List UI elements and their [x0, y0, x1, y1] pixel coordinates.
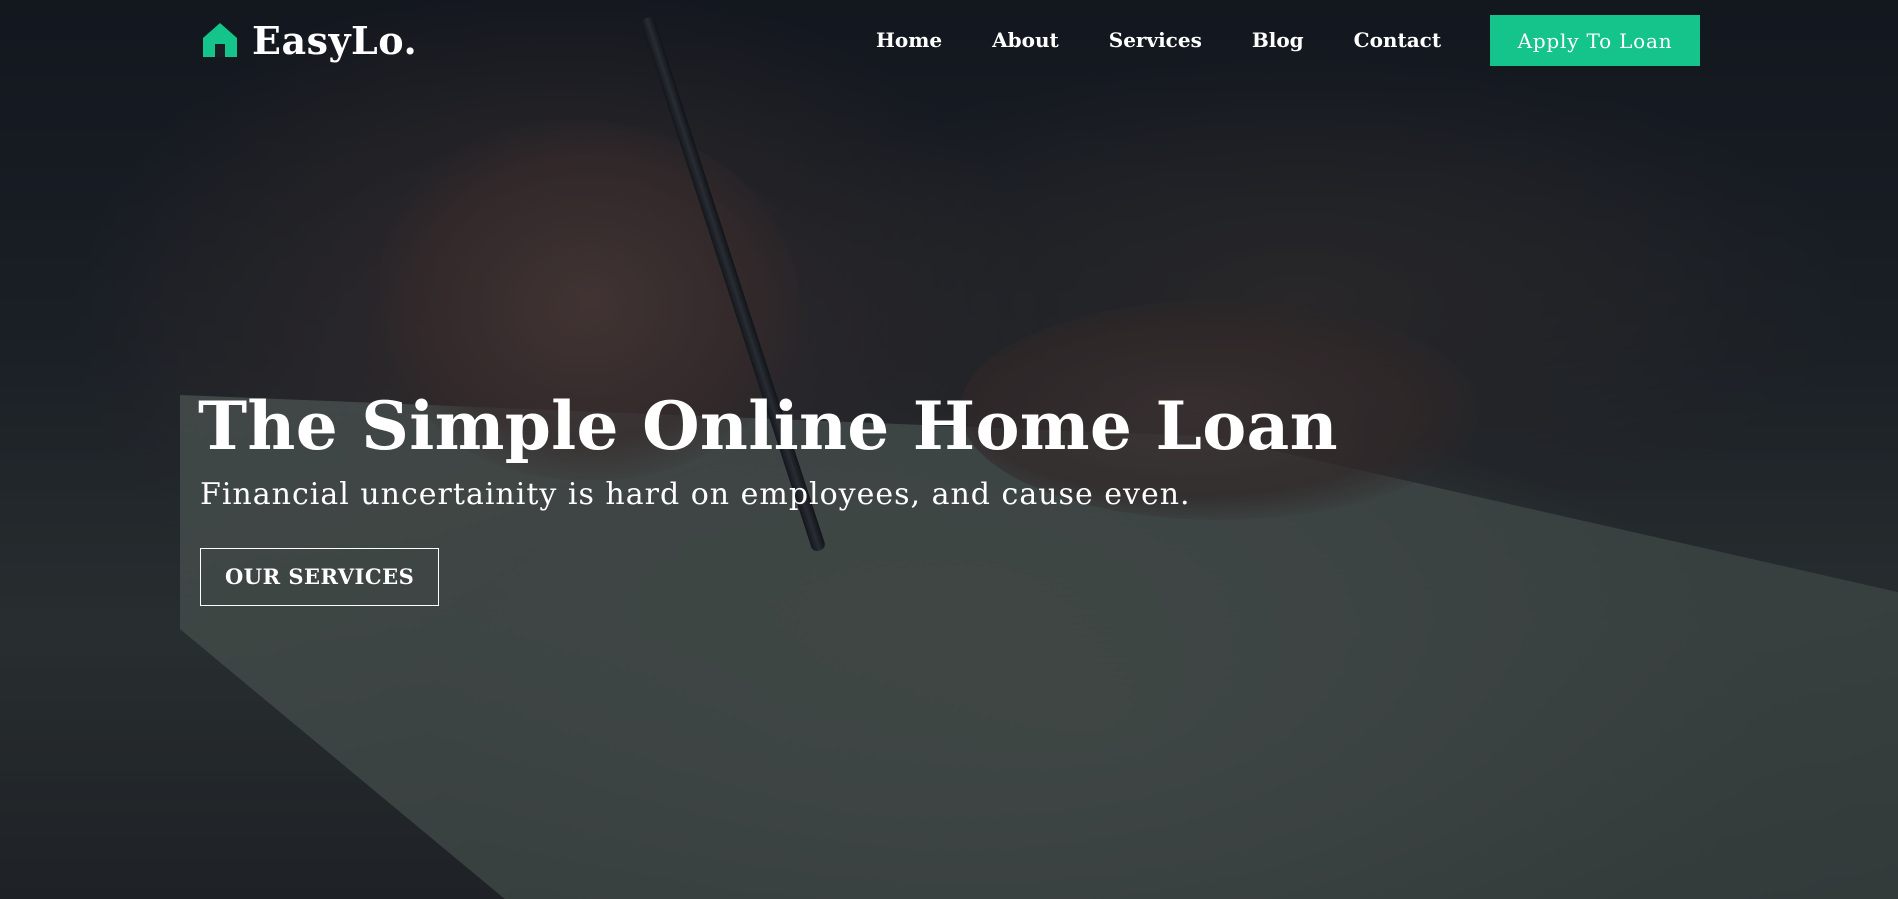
hero-subtitle: Financial uncertainity is hard on employ… — [200, 477, 1191, 512]
brand-logo[interactable]: EasyLo. — [200, 17, 418, 63]
main-nav: Home About Services Blog Contact — [876, 28, 1441, 52]
hero-title: The Simple Online Home Loan — [198, 387, 1338, 465]
brand-name: EasyLo. — [252, 17, 418, 63]
nav-services[interactable]: Services — [1109, 28, 1202, 52]
hero-content: The Simple Online Home Loan Financial un… — [198, 385, 1398, 606]
apply-to-loan-button[interactable]: Apply To Loan — [1490, 15, 1700, 66]
navbar: EasyLo. Home About Services Blog Contact… — [0, 0, 1898, 80]
nav-home[interactable]: Home — [876, 28, 942, 52]
house-icon — [203, 23, 237, 57]
hero-section: EasyLo. Home About Services Blog Contact… — [0, 0, 1898, 899]
nav-contact[interactable]: Contact — [1354, 28, 1441, 52]
nav-about[interactable]: About — [992, 28, 1059, 52]
nav-blog[interactable]: Blog — [1252, 28, 1304, 52]
our-services-button[interactable]: OUR SERVICES — [200, 548, 440, 606]
